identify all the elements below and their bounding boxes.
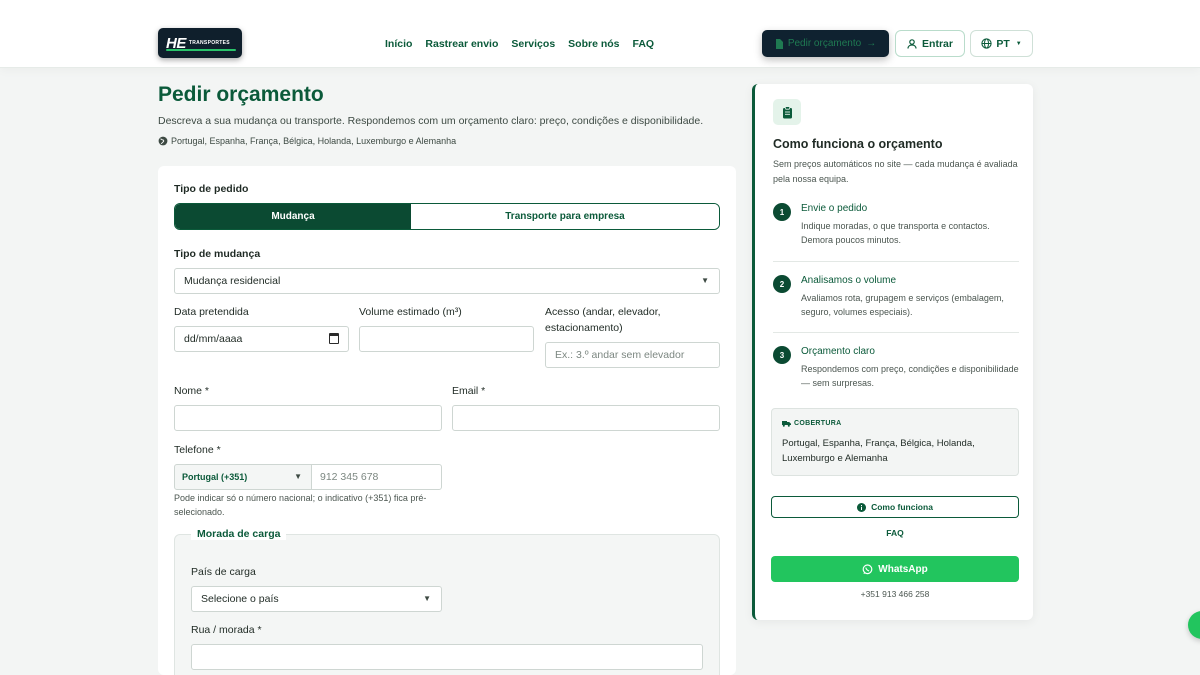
language-selector[interactable]: PT ▼ [970, 30, 1033, 57]
coverage-box: COBERTURA Portugal, Espanha, França, Bél… [771, 408, 1019, 476]
nav-rastrear-envio[interactable]: Rastrear envio [425, 38, 498, 50]
nav-sobre-nos[interactable]: Sobre nós [568, 38, 619, 50]
nav-inicio[interactable]: Início [385, 38, 412, 50]
email-input[interactable] [452, 405, 720, 431]
date-input[interactable]: dd/mm/aaaa [174, 326, 349, 352]
step-description: Avaliamos rota, grupagem e serviços (emb… [801, 293, 1004, 317]
phone-placeholder: 912 345 678 [320, 471, 379, 483]
name-input[interactable] [174, 405, 442, 431]
step-title: Envie o pedido [801, 203, 868, 214]
step-2: 2 Analisamos o volume Avaliamos rota, gr… [773, 275, 1019, 325]
chevron-down-icon: ▼ [294, 472, 302, 481]
pickup-address-legend: Morada de carga [191, 528, 287, 540]
step-number: 2 [773, 275, 791, 293]
request-quote-label: Pedir orçamento [787, 38, 862, 49]
calendar-icon[interactable] [329, 333, 339, 344]
info-icon [857, 502, 867, 512]
pickup-street-label: Rua / morada * [191, 624, 262, 636]
language-label: PT [996, 37, 1010, 50]
step-description: Indique moradas, o que transporta e cont… [801, 221, 990, 245]
email-label: Email * [452, 385, 486, 397]
countries-line: Portugal, Espanha, França, Bélgica, Hola… [158, 136, 456, 146]
coverage-text: Portugal, Espanha, França, Bélgica, Hola… [782, 438, 975, 464]
volume-input[interactable] [359, 326, 534, 352]
access-label: Acesso (andar, elevador, estacionamento) [545, 306, 661, 334]
caret-down-icon: ▼ [1015, 40, 1022, 47]
truck-icon [782, 421, 791, 427]
step-number: 3 [773, 346, 791, 364]
contact-phone: +351 913 466 258 [860, 589, 930, 599]
arrow-right-icon: → [866, 38, 877, 49]
date-placeholder: dd/mm/aaaa [184, 333, 243, 345]
access-placeholder: Ex.: 3.º andar sem elevador [555, 349, 685, 361]
login-label: Entrar [922, 37, 953, 50]
document-icon [775, 38, 783, 49]
pickup-street-input[interactable] [191, 644, 703, 670]
countries-text: Portugal, Espanha, França, Bélgica, Hola… [171, 136, 457, 146]
order-type-empresa[interactable]: Transporte para empresa [411, 204, 719, 229]
globe-icon [158, 136, 168, 146]
quote-info-panel: Como funciona o orçamento Sem preços aut… [752, 84, 1033, 620]
name-label: Nome * [174, 385, 210, 397]
side-title: Como funciona o orçamento [773, 137, 943, 151]
phone-country-value: Portugal (+351) [182, 472, 248, 482]
nav-faq[interactable]: FAQ [633, 38, 655, 50]
pickup-country-label: País de carga [191, 566, 256, 578]
step-title: Orçamento claro [801, 346, 875, 357]
step-title: Analisamos o volume [801, 275, 897, 286]
coverage-heading: COBERTURA [782, 420, 841, 427]
chevron-down-icon: ▼ [701, 276, 709, 285]
order-type-label: Tipo de pedido [174, 183, 249, 195]
how-it-works-button[interactable]: Como funciona [771, 496, 1019, 518]
globe-icon [981, 38, 992, 49]
login-button[interactable]: Entrar [895, 30, 965, 57]
logo-word: TRANSPORTES [188, 40, 230, 46]
how-it-works-label: Como funciona [871, 502, 933, 512]
quote-form: Tipo de pedido Mudança Transporte para e… [158, 166, 736, 675]
move-type-label: Tipo de mudança [174, 248, 261, 260]
page-subtitle: Descreva a sua mudança ou transporte. Re… [158, 115, 704, 127]
main-nav: Início Rastrear envio Serviços Sobre nós… [385, 38, 654, 50]
whatsapp-icon [862, 563, 873, 574]
access-input[interactable]: Ex.: 3.º andar sem elevador [545, 342, 720, 368]
volume-label: Volume estimado (m³) [359, 306, 462, 318]
nav-servicos[interactable]: Serviços [511, 38, 555, 50]
site-header: HE TRANSPORTES Início Rastrear envio Ser… [0, 0, 1200, 68]
date-label: Data pretendida [174, 306, 249, 318]
step-1: 1 Envie o pedido Indique moradas, o que … [773, 203, 1019, 253]
move-type-value: Mudança residencial [184, 275, 281, 287]
step-3: 3 Orçamento claro Respondemos com preço,… [773, 346, 1019, 396]
user-icon [907, 38, 917, 49]
phone-label: Telefone * [174, 444, 221, 456]
order-type-toggle: Mudança Transporte para empresa [174, 203, 720, 230]
chevron-down-icon: ▼ [423, 594, 431, 603]
move-type-select[interactable]: Mudança residencial ▼ [174, 268, 720, 294]
divider [773, 261, 1019, 262]
floating-chat-button[interactable] [1188, 611, 1200, 639]
whatsapp-label: WhatsApp [878, 563, 928, 575]
coverage-heading-text: COBERTURA [794, 420, 842, 427]
logo[interactable]: HE TRANSPORTES [158, 28, 242, 58]
side-subtitle: Sem preços automáticos no site — cada mu… [773, 159, 1018, 184]
phone-country-select[interactable]: Portugal (+351) ▼ [174, 464, 312, 490]
step-number: 1 [773, 203, 791, 221]
pickup-address-section: Morada de carga País de carga Selecione … [174, 528, 720, 675]
logo-swoosh [166, 49, 236, 51]
clipboard-icon [773, 99, 801, 125]
phone-help-text: Pode indicar só o número nacional; o ind… [174, 493, 427, 517]
divider [773, 332, 1019, 333]
order-type-mudanca[interactable]: Mudança [175, 204, 411, 229]
whatsapp-button[interactable]: WhatsApp [771, 556, 1019, 582]
page-title: Pedir orçamento [158, 83, 324, 106]
faq-link[interactable]: FAQ [771, 528, 1019, 538]
request-quote-button[interactable]: Pedir orçamento → [762, 30, 889, 57]
phone-input[interactable]: 912 345 678 [311, 464, 442, 490]
step-description: Respondemos com preço, condições e dispo… [801, 364, 1019, 388]
pickup-country-value: Selecione o país [201, 593, 279, 605]
pickup-country-select[interactable]: Selecione o país ▼ [191, 586, 442, 612]
